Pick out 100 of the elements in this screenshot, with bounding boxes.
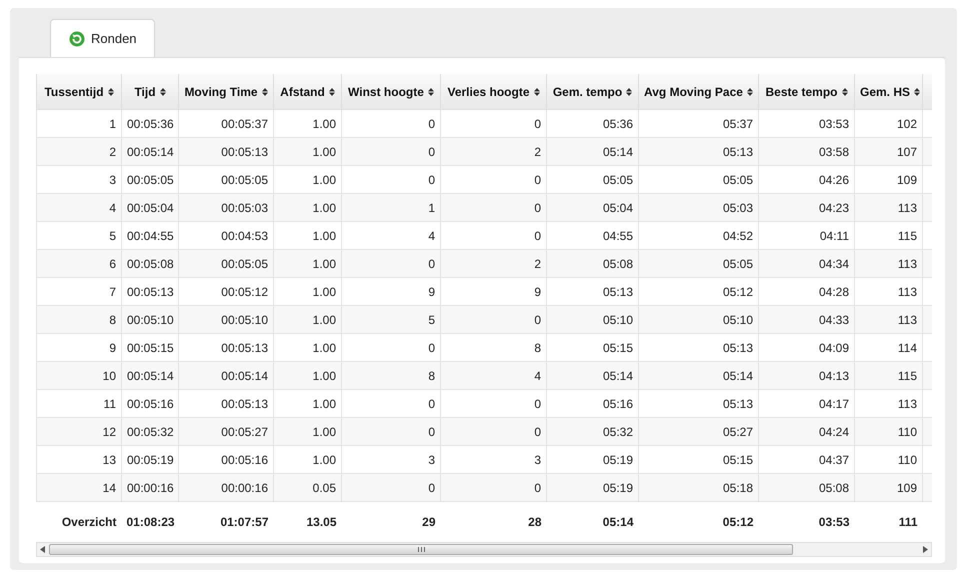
table-cell: 0 xyxy=(342,390,440,418)
table-cell: 00:05:13 xyxy=(178,390,274,418)
table-cell: 03:53 xyxy=(758,110,854,138)
column-header[interactable]: Beste tempo xyxy=(758,74,854,110)
table-cell: 102 xyxy=(854,110,922,138)
scrollbar-thumb[interactable] xyxy=(49,544,793,555)
summary-cell: 05:12 xyxy=(638,502,758,542)
column-header[interactable]: Tussentijd xyxy=(36,74,122,110)
table-cell: 00:05:13 xyxy=(122,278,178,306)
table-cell: 05:27 xyxy=(638,418,758,446)
table-cell: 00:05:27 xyxy=(178,418,274,446)
table-cell: 115 xyxy=(854,222,922,250)
table-cell: 05:13 xyxy=(638,390,758,418)
sort-icon xyxy=(746,88,753,96)
table-cell: 9 xyxy=(342,278,440,306)
table-cell: 05:10 xyxy=(546,306,638,334)
table-cell: 3 xyxy=(342,446,440,474)
table-cell: 05:13 xyxy=(546,278,638,306)
table-cell: 05:08 xyxy=(546,250,638,278)
table-cell: 10 xyxy=(36,362,122,390)
table-cell: 04:37 xyxy=(758,446,854,474)
table-cell: 1.00 xyxy=(274,334,342,362)
summary-cell: 28 xyxy=(440,502,546,542)
table-cell: 9 xyxy=(36,334,122,362)
sort-icon xyxy=(108,88,114,96)
table-cell: 4 xyxy=(440,362,546,390)
table-cell: 2 xyxy=(440,138,546,166)
table-cell: 05:37 xyxy=(638,110,758,138)
table-cell: 113 xyxy=(854,390,922,418)
table-cell: 04:55 xyxy=(546,222,638,250)
column-header[interactable]: Winst hoogte xyxy=(342,74,440,110)
table-cell: 04:13 xyxy=(758,362,854,390)
table-cell: 00:00:16 xyxy=(178,474,274,502)
table-cell: 05:05 xyxy=(546,166,638,194)
sort-icon xyxy=(428,88,434,96)
sort-icon xyxy=(328,88,335,96)
sort-icon xyxy=(160,88,166,96)
table-cell: 04:28 xyxy=(758,278,854,306)
table-cell: 04:26 xyxy=(758,166,854,194)
table-cell: 00:05:14 xyxy=(122,138,178,166)
table-cell: 04:24 xyxy=(758,418,854,446)
summary-cell: 29 xyxy=(342,502,440,542)
table-cell: 05:03 xyxy=(638,194,758,222)
table-cell: 04:52 xyxy=(638,222,758,250)
summary-cell: 01:08:23 xyxy=(122,502,178,542)
left-arrow-icon[interactable] xyxy=(40,546,45,553)
grip-icon xyxy=(418,547,424,552)
sort-icon xyxy=(262,88,268,96)
column-header[interactable]: Moving Time xyxy=(178,74,274,110)
column-header[interactable]: Gem. tempo xyxy=(546,74,638,110)
table-cell: 00:05:16 xyxy=(122,390,178,418)
table-cell: 00:05:14 xyxy=(122,362,178,390)
table-cell: 00:05:19 xyxy=(122,446,178,474)
column-header[interactable]: Afstand xyxy=(274,74,342,110)
table-cell: 2 xyxy=(440,250,546,278)
table-cell: 1.00 xyxy=(274,166,342,194)
table-cell: 0 xyxy=(440,194,546,222)
table-cell: 4 xyxy=(36,194,122,222)
table-cell: 1 xyxy=(342,194,440,222)
column-header[interactable]: Avg Moving Pace xyxy=(638,74,758,110)
table-cell: 1.00 xyxy=(274,250,342,278)
table-cell: 04:34 xyxy=(758,250,854,278)
column-header[interactable]: Verlies hoogte xyxy=(440,74,546,110)
horizontal-scrollbar[interactable] xyxy=(36,542,932,557)
table-cell: 05:05 xyxy=(638,166,758,194)
table-cell: 05:14 xyxy=(546,362,638,390)
table-cell: 04:09 xyxy=(758,334,854,362)
table-cell: 00:05:03 xyxy=(178,194,274,222)
sort-icon xyxy=(914,88,920,96)
table-cell: 00:05:14 xyxy=(178,362,274,390)
table-cell: 107 xyxy=(854,138,922,166)
table-cell: 1.00 xyxy=(274,222,342,250)
table-cell: 6 xyxy=(36,250,122,278)
table-cell: 8 xyxy=(342,362,440,390)
table-cell: 0 xyxy=(342,138,440,166)
table-cell: 1.00 xyxy=(274,138,342,166)
column-header[interactable]: Tijd xyxy=(122,74,178,110)
table-cell: 05:15 xyxy=(638,446,758,474)
column-header[interactable]: Gem. HS xyxy=(854,74,922,110)
table-cell: 1.00 xyxy=(274,194,342,222)
table-cell: 05:14 xyxy=(638,362,758,390)
summary-cell: Overzicht xyxy=(36,502,122,542)
table-cell: 1.00 xyxy=(274,278,342,306)
table-cell: 05:04 xyxy=(546,194,638,222)
table-cell: 00:05:10 xyxy=(178,306,274,334)
table-cell: 00:05:32 xyxy=(122,418,178,446)
table-cell: 04:17 xyxy=(758,390,854,418)
table-cell: 13 xyxy=(36,446,122,474)
right-arrow-icon[interactable] xyxy=(923,546,928,553)
table-cell: 113 xyxy=(854,194,922,222)
table-cell: 04:33 xyxy=(758,306,854,334)
refresh-icon xyxy=(69,30,85,46)
tab[interactable]: Ronden xyxy=(50,19,155,57)
table-cell: 05:14 xyxy=(546,138,638,166)
table-cell: 00:04:55 xyxy=(122,222,178,250)
summary-cell: 01:07:57 xyxy=(178,502,274,542)
table-cell: 05:36 xyxy=(546,110,638,138)
table-cell: 1.00 xyxy=(274,110,342,138)
table-cell: 00:05:36 xyxy=(122,110,178,138)
table-cell: 9 xyxy=(440,278,546,306)
